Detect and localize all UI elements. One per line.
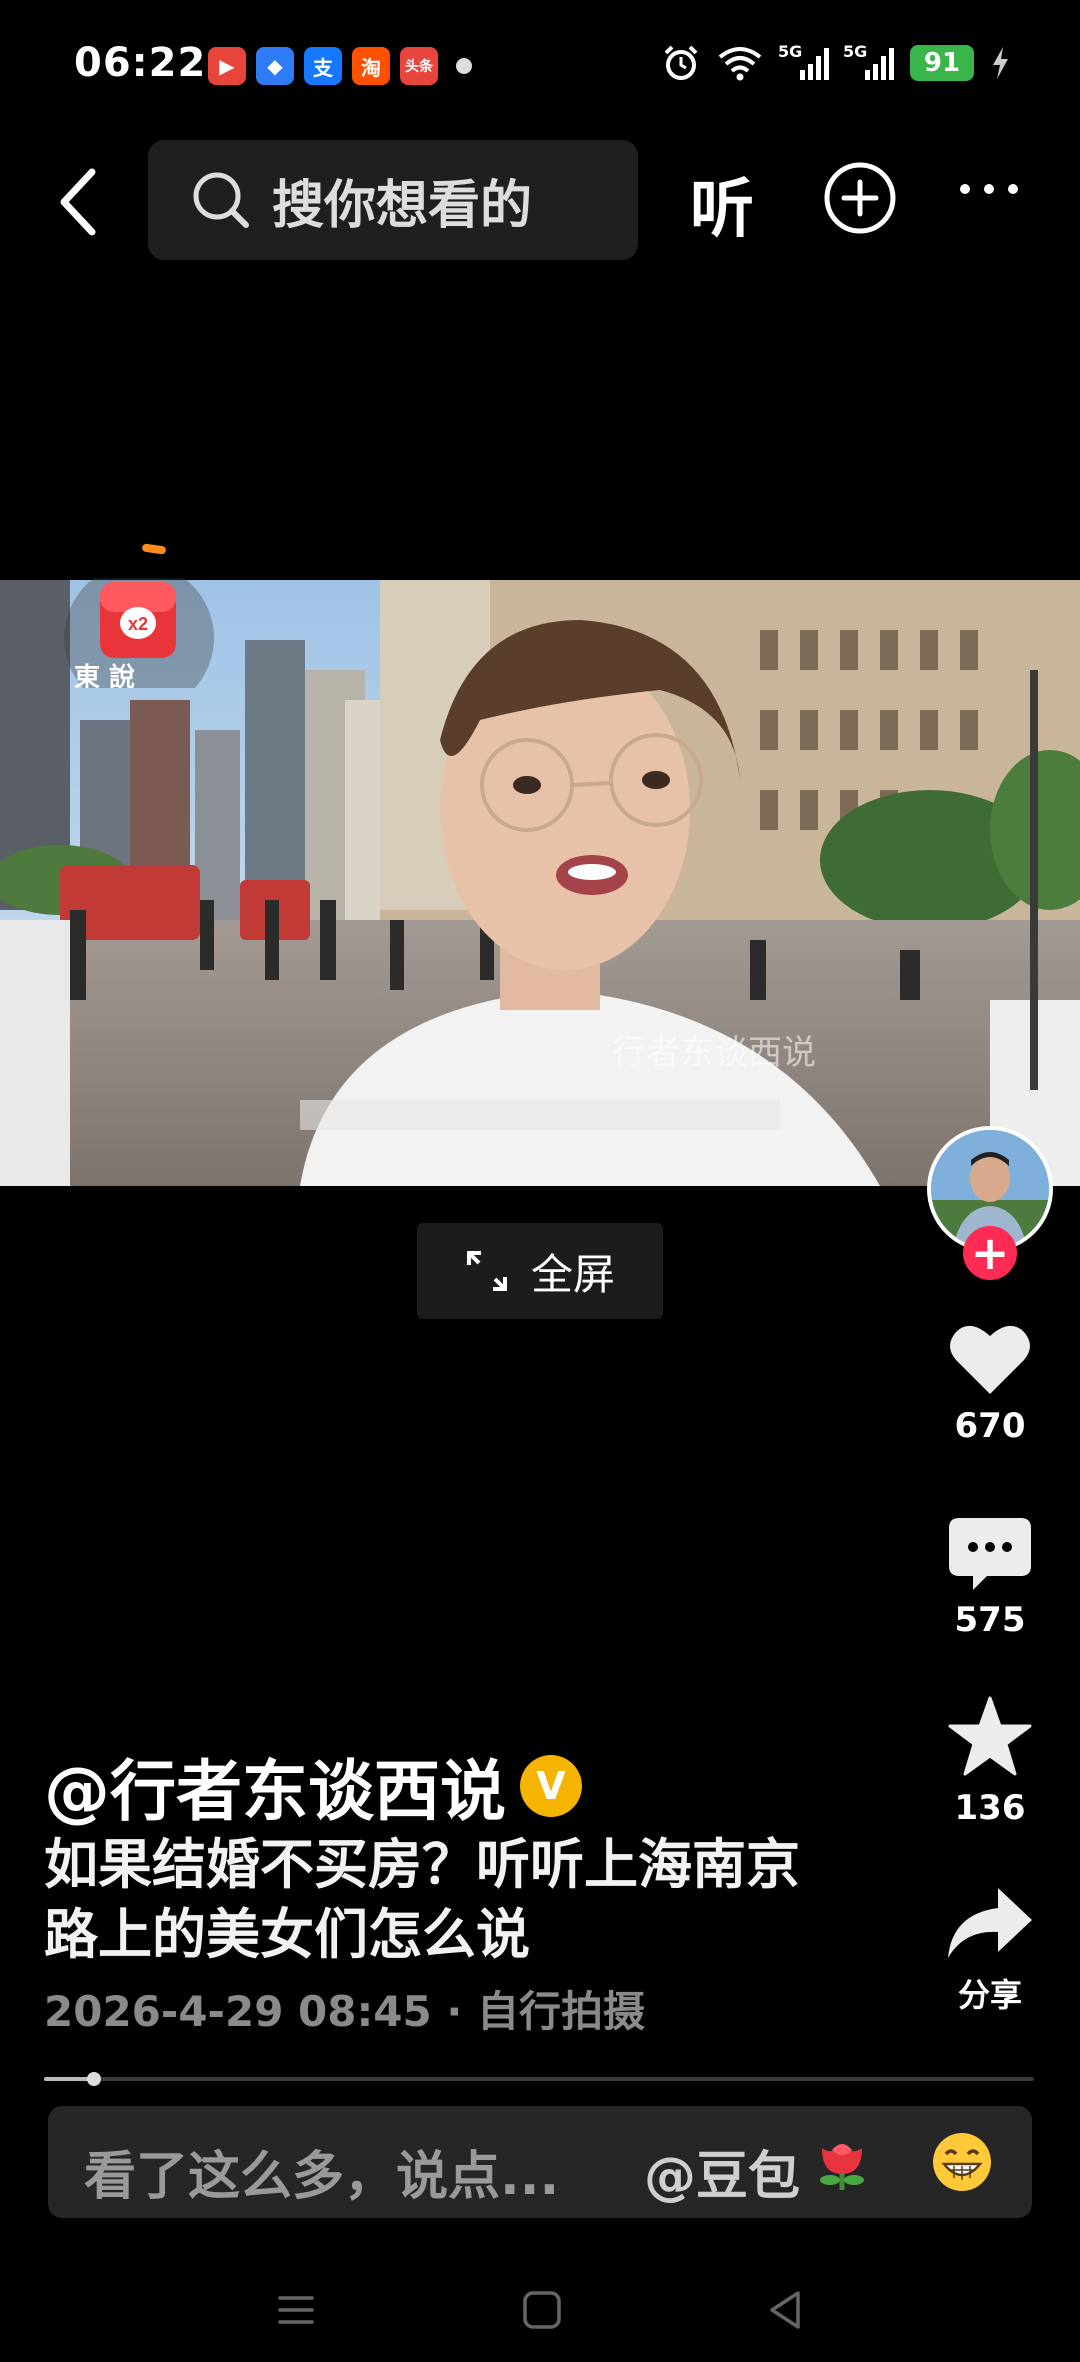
status-time: 06:22 bbox=[74, 40, 207, 86]
author-name[interactable]: @行者东谈西说 V bbox=[44, 1738, 582, 1834]
alarm-icon bbox=[664, 45, 698, 80]
video-feed-screen: 06:22 ▶ ◆ 支 淘 头条 5G 5G 91 搜你想看的 听 行者东谈西说… bbox=[0, 0, 1080, 2362]
taobao-app-icon: 淘 bbox=[352, 47, 390, 85]
more-options-icon[interactable] bbox=[960, 184, 1018, 194]
wifi-icon bbox=[718, 47, 762, 81]
listen-button[interactable]: 听 bbox=[690, 158, 754, 250]
favorite-button[interactable]: 136 bbox=[930, 1696, 1050, 1828]
toutiao-app-icon: 头条 bbox=[400, 47, 438, 85]
grin-emoji-icon[interactable] bbox=[930, 2130, 994, 2194]
battery-indicator: 91 bbox=[910, 45, 974, 81]
status-bar: 06:22 ▶ ◆ 支 淘 头条 5G 5G 91 bbox=[0, 0, 1080, 135]
charging-icon bbox=[993, 47, 1008, 79]
heart-icon bbox=[950, 1325, 1030, 1394]
comment-count: 575 bbox=[954, 1600, 1026, 1640]
search-bar[interactable]: 搜你想看的 bbox=[148, 140, 638, 260]
share-label: 分享 bbox=[957, 1976, 1022, 2014]
fullscreen-button[interactable]: 全屏 bbox=[417, 1223, 663, 1319]
comment-button[interactable]: 575 bbox=[930, 1518, 1050, 1640]
browser-app-icon: ◆ bbox=[256, 47, 294, 85]
share-icon bbox=[948, 1888, 1032, 1958]
share-button[interactable]: 分享 bbox=[930, 1886, 1050, 2016]
home-nav-icon[interactable] bbox=[512, 2280, 572, 2340]
expand-icon bbox=[466, 1251, 507, 1291]
signal-label: 5G bbox=[778, 42, 803, 61]
favorite-count: 136 bbox=[954, 1788, 1026, 1828]
author-handle: @行者东谈西说 bbox=[44, 1753, 506, 1830]
loading-indicator bbox=[141, 543, 167, 555]
top-nav: 搜你想看的 听 bbox=[0, 140, 1080, 260]
author-avatar[interactable]: + bbox=[927, 1126, 1053, 1280]
post-description[interactable]: 如果结婚不买房？听听上海南京路上的美女们怎么说 bbox=[44, 1830, 834, 1970]
comment-placeholder: 看了这么多，说点... bbox=[84, 2147, 560, 2207]
system-nav-bar bbox=[0, 2250, 1080, 2362]
back-nav-icon[interactable] bbox=[756, 2280, 816, 2340]
progress-handle[interactable] bbox=[86, 2072, 101, 2086]
star-icon bbox=[948, 1696, 1032, 1776]
video-app-icon: ▶ bbox=[208, 47, 246, 85]
like-button[interactable]: 670 bbox=[930, 1320, 1050, 1446]
verified-badge-icon: V bbox=[520, 1755, 582, 1817]
signal-label: 5G bbox=[843, 42, 868, 61]
video-progress-bar[interactable] bbox=[44, 2072, 1034, 2086]
post-meta: 2026-4-29 08:45 · 自行拍摄 bbox=[44, 1987, 645, 2036]
video-watermark: 行者东谈西说 bbox=[612, 1033, 816, 1073]
like-count: 670 bbox=[954, 1406, 1026, 1446]
signal-icon-2: 5G bbox=[843, 42, 894, 80]
comment-input-bar[interactable]: 看了这么多，说点... @豆包 bbox=[48, 2106, 1032, 2218]
svg-text:東 說: 東 說 bbox=[74, 662, 135, 688]
fullscreen-label: 全屏 bbox=[530, 1249, 615, 1299]
search-placeholder: 搜你想看的 bbox=[272, 175, 533, 236]
add-circle-icon[interactable] bbox=[822, 160, 898, 236]
menu-nav-icon[interactable] bbox=[266, 2280, 326, 2340]
signal-icon-1: 5G bbox=[778, 42, 829, 80]
notification-icons: ▶ ◆ 支 淘 头条 bbox=[208, 47, 472, 85]
mention-doubao-button[interactable]: @豆包 bbox=[644, 2134, 800, 2209]
rose-icon[interactable] bbox=[810, 2130, 874, 2194]
svg-text:x2: x2 bbox=[128, 614, 148, 634]
alipay-app-icon: 支 bbox=[304, 47, 342, 85]
search-icon bbox=[193, 172, 249, 228]
system-status: 5G 5G 91 bbox=[662, 42, 1010, 82]
more-notifications-dot bbox=[456, 58, 472, 74]
red-packet-icon[interactable]: x2 東 說 bbox=[64, 578, 214, 688]
comment-icon bbox=[949, 1518, 1031, 1590]
follow-button[interactable]: + bbox=[963, 1226, 1017, 1280]
back-icon[interactable] bbox=[48, 162, 108, 242]
